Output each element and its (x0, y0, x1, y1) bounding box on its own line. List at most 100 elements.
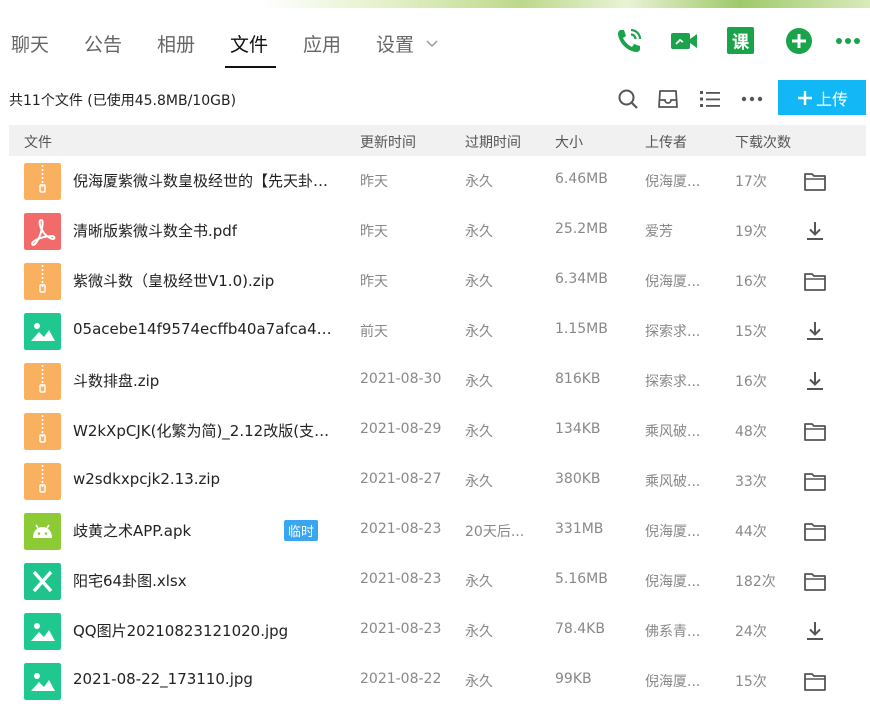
tab-announcements[interactable]: 公告 (84, 30, 122, 57)
file-downloads: 182次 (735, 574, 776, 590)
file-row[interactable]: 倪海厦紫微斗数皇极经世的【先天卦+... 昨天 永久 6.46MB 倪海厦... 17次 (0, 156, 870, 206)
file-uploader: 探索求... (645, 374, 701, 390)
file-updated: 2021-08-23 (360, 571, 442, 587)
file-expires: 永久 (465, 374, 493, 390)
header-name[interactable]: 文件 (24, 132, 52, 152)
file-updated: 昨天 (360, 174, 388, 190)
file-expires: 永久 (465, 274, 493, 290)
search-icon[interactable] (616, 87, 640, 111)
open-folder-icon[interactable] (803, 670, 827, 692)
phone-icon[interactable] (614, 26, 644, 56)
excel-file-icon (24, 563, 61, 600)
open-folder-icon[interactable] (803, 570, 827, 592)
file-name[interactable]: 斗数排盘.zip (73, 370, 159, 391)
tab-chat[interactable]: 聊天 (11, 30, 49, 57)
open-folder-icon[interactable] (803, 470, 827, 492)
file-name[interactable]: 阳宅64卦图.xlsx (73, 570, 187, 591)
upload-button[interactable]: 上传 (778, 80, 866, 115)
open-folder-icon[interactable] (803, 270, 827, 292)
file-size: 6.34MB (555, 271, 608, 287)
open-folder-icon[interactable] (803, 520, 827, 542)
file-uploader: 佛系青... (645, 624, 701, 640)
add-icon[interactable] (784, 26, 814, 56)
file-name[interactable]: 紫微斗数（皇极经世V1.0).zip (73, 270, 274, 291)
download-icon[interactable] (803, 220, 827, 242)
file-uploader: 乘风破... (645, 424, 701, 440)
pdf-file-icon (24, 213, 61, 250)
video-icon[interactable] (669, 26, 699, 56)
open-folder-icon[interactable] (803, 170, 827, 192)
top-banner (0, 0, 870, 8)
file-row[interactable]: 斗数排盘.zip 2021-08-30 永久 816KB 探索求... 16次 (0, 356, 870, 406)
file-name[interactable]: W2kXpCJK(化繁为简)_2.12改版(支持... (73, 420, 338, 441)
tab-apps[interactable]: 应用 (303, 30, 341, 57)
file-size: 6.46MB (555, 171, 608, 187)
file-updated: 昨天 (360, 224, 388, 240)
tab-album[interactable]: 相册 (157, 30, 195, 57)
file-expires: 永久 (465, 424, 493, 440)
zip-file-icon (24, 263, 61, 300)
header-downloads[interactable]: 下载次数 (735, 132, 791, 152)
file-row[interactable]: w2sdkxpcjk2.13.zip 2021-08-27 永久 380KB 乘风破..… (0, 456, 870, 506)
file-size: 5.16MB (555, 571, 608, 587)
active-tab-indicator (225, 66, 276, 68)
header-uploader[interactable]: 上传者 (645, 132, 687, 152)
file-row[interactable]: 清晰版紫微斗数全书.pdf 昨天 永久 25.2MB 爱芳 19次 (0, 206, 870, 256)
file-row[interactable]: 05acebe14f9574ecffb40a7afca4eb... 前天 永久 1.1… (0, 306, 870, 356)
file-name[interactable]: 2021-08-22_173110.jpg (73, 670, 253, 688)
android-file-icon (24, 513, 61, 550)
file-name[interactable]: QQ图片20210823121020.jpg (73, 620, 288, 641)
file-row[interactable]: 阳宅64卦图.xlsx 2021-08-23 永久 5.16MB 倪海厦... 182次 (0, 556, 870, 606)
file-downloads: 15次 (735, 324, 767, 340)
storage-summary: 共11个文件 (已使用45.8MB/10GB) (9, 93, 237, 109)
lesson-icon-label: 课 (732, 33, 749, 53)
inbox-icon[interactable] (656, 87, 680, 111)
file-downloads: 24次 (735, 624, 767, 640)
file-row[interactable]: 2021-08-22_173110.jpg 2021-08-22 永久 99KB 倪海厦… (0, 656, 870, 706)
download-icon[interactable] (803, 620, 827, 642)
file-toolbar: 共11个文件 (已使用45.8MB/10GB) 上传 (0, 80, 870, 118)
file-updated: 昨天 (360, 274, 388, 290)
zip-file-icon (24, 413, 61, 450)
file-name[interactable]: 05acebe14f9574ecffb40a7afca4eb... (73, 320, 338, 338)
image-file-icon (24, 613, 61, 650)
chevron-down-icon (426, 39, 438, 47)
more-options-icon[interactable] (740, 87, 764, 111)
header-expires[interactable]: 过期时间 (465, 132, 521, 152)
file-name[interactable]: 歧黄之术APP.apk (73, 520, 191, 541)
download-icon[interactable] (803, 370, 827, 392)
file-row[interactable]: QQ图片20210823121020.jpg 2021-08-23 永久 78.4KB… (0, 606, 870, 656)
zip-file-icon (24, 163, 61, 200)
file-row[interactable]: 紫微斗数（皇极经世V1.0).zip 昨天 永久 6.34MB 倪海厦... 16次 (0, 256, 870, 306)
more-icon[interactable] (834, 26, 864, 56)
header-size[interactable]: 大小 (555, 132, 583, 152)
file-updated: 2021-08-23 (360, 521, 442, 537)
top-nav: 聊天 公告 相册 文件 应用 设置 课 (0, 18, 870, 70)
open-folder-icon[interactable] (803, 420, 827, 442)
file-downloads: 16次 (735, 374, 767, 390)
zip-file-icon (24, 463, 61, 500)
file-name[interactable]: w2sdkxpcjk2.13.zip (73, 470, 220, 488)
file-list: 倪海厦紫微斗数皇极经世的【先天卦+... 昨天 永久 6.46MB 倪海厦... 17次清… (0, 156, 870, 706)
tab-files[interactable]: 文件 (230, 30, 268, 57)
file-name[interactable]: 倪海厦紫微斗数皇极经世的【先天卦+... (73, 170, 338, 191)
file-row[interactable]: W2kXpCJK(化繁为简)_2.12改版(支持... 2021-08-29 永久 1… (0, 406, 870, 456)
file-size: 78.4KB (555, 621, 605, 637)
file-size: 99KB (555, 671, 592, 687)
file-row[interactable]: 歧黄之术APP.apk 临时 2021-08-23 20天后... 331MB 倪海厦..… (0, 506, 870, 556)
list-view-icon[interactable] (698, 87, 722, 111)
file-updated: 2021-08-30 (360, 371, 442, 387)
file-downloads: 17次 (735, 174, 767, 190)
file-size: 816KB (555, 371, 601, 387)
header-updated[interactable]: 更新时间 (360, 132, 416, 152)
file-expires: 永久 (465, 674, 493, 690)
file-size: 25.2MB (555, 221, 608, 237)
download-icon[interactable] (803, 320, 827, 342)
file-expires: 永久 (465, 474, 493, 490)
lesson-icon[interactable]: 课 (727, 27, 754, 54)
tab-settings[interactable]: 设置 (376, 30, 438, 57)
file-uploader: 倪海厦... (645, 674, 701, 690)
image-file-icon (24, 663, 61, 700)
file-name[interactable]: 清晰版紫微斗数全书.pdf (73, 220, 237, 241)
file-uploader: 倪海厦... (645, 174, 701, 190)
